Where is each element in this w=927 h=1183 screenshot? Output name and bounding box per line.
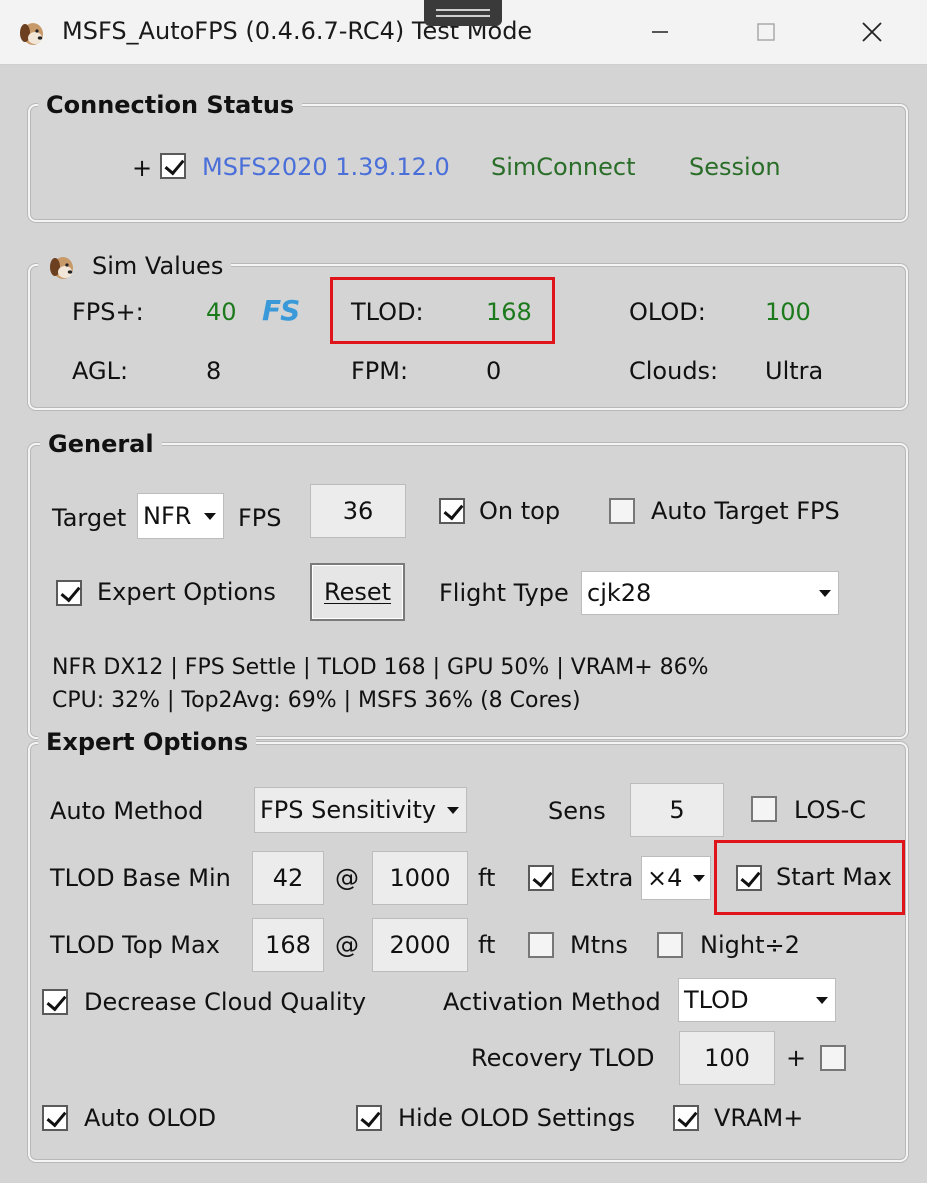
target-fps-input[interactable]: 36 xyxy=(310,484,406,538)
drag-handle[interactable] xyxy=(424,0,502,26)
chevron-down-icon xyxy=(688,857,710,899)
base-ft-label: ft xyxy=(478,864,496,892)
minimize-button[interactable] xyxy=(630,0,690,64)
hide-olod-settings-checkbox[interactable] xyxy=(356,1105,382,1131)
tlod-base-min-input[interactable]: 42 xyxy=(252,851,324,905)
los-c-checkbox[interactable] xyxy=(751,796,777,822)
olod-label: OLOD: xyxy=(629,298,706,326)
start-max-highlight-box xyxy=(714,840,905,915)
mtns-label: Mtns xyxy=(570,931,628,959)
maximize-icon xyxy=(757,23,775,41)
activation-method-select[interactable]: TLOD xyxy=(678,978,836,1022)
tlod-highlight-box xyxy=(330,277,555,344)
chevron-down-icon xyxy=(197,494,223,538)
status-line-1: NFR DX12 | FPS Settle | TLOD 168 | GPU 5… xyxy=(52,655,709,680)
sens-input[interactable]: 5 xyxy=(630,783,724,837)
fps-value: 40 xyxy=(206,298,237,326)
auto-method-value: FPS Sensitivity xyxy=(260,796,437,824)
hide-olod-settings-label: Hide OLOD Settings xyxy=(398,1104,636,1132)
sim-values-legend: Sim Values xyxy=(38,250,232,282)
auto-method-select[interactable]: FPS Sensitivity xyxy=(254,787,467,833)
extra-multiplier-value: ×4 xyxy=(647,864,683,892)
on-top-label: On top xyxy=(479,497,561,525)
activation-method-value: TLOD xyxy=(684,986,749,1014)
clouds-value: Ultra xyxy=(765,357,824,385)
night-checkbox[interactable] xyxy=(657,932,683,958)
decrease-cloud-quality-checkbox[interactable] xyxy=(42,989,68,1015)
target-mode-select[interactable]: NFR xyxy=(137,493,224,539)
flight-type-value: cjk28 xyxy=(587,579,652,607)
extra-checkbox[interactable] xyxy=(528,865,554,891)
app-window: MSFS_AutoFPS (0.4.6.7-RC4) Test Mode Con… xyxy=(0,0,927,1183)
vram-label: VRAM+ xyxy=(714,1104,804,1132)
on-top-checkbox[interactable] xyxy=(439,498,465,524)
recovery-tlod-input[interactable]: 100 xyxy=(679,1031,775,1085)
chevron-down-icon xyxy=(812,572,838,614)
connection-prefix: + xyxy=(132,154,153,182)
connection-status-title: Connection Status xyxy=(38,91,303,119)
auto-target-fps-checkbox[interactable] xyxy=(609,498,635,524)
recovery-plus-label: + xyxy=(786,1044,807,1072)
agl-label: AGL: xyxy=(72,357,129,385)
top-altitude-input[interactable]: 2000 xyxy=(372,918,468,972)
flight-type-label: Flight Type xyxy=(439,579,569,607)
base-altitude-input[interactable]: 1000 xyxy=(372,851,468,905)
fpm-value: 0 xyxy=(486,357,502,385)
expert-options-label: Expert Options xyxy=(97,578,276,606)
general-title: General xyxy=(40,430,162,458)
reset-button[interactable]: Reset xyxy=(310,563,405,621)
mtns-checkbox[interactable] xyxy=(528,932,554,958)
fps-label: FPS xyxy=(238,504,282,532)
fs-badge-icon: FS xyxy=(262,294,300,327)
session-status: Session xyxy=(689,153,781,181)
agl-value: 8 xyxy=(206,357,222,385)
expert-options-checkbox[interactable] xyxy=(56,580,82,606)
target-mode-value: NFR xyxy=(143,502,192,530)
vram-checkbox[interactable] xyxy=(673,1105,699,1131)
recovery-plus-checkbox[interactable] xyxy=(820,1045,846,1071)
extra-multiplier-select[interactable]: ×4 xyxy=(641,856,711,900)
base-at-label: @ xyxy=(335,864,359,892)
target-label: Target xyxy=(52,504,127,532)
tlod-top-max-label: TLOD Top Max xyxy=(50,931,220,959)
tlod-top-max-input[interactable]: 168 xyxy=(252,918,324,972)
olod-value: 100 xyxy=(765,298,811,326)
expert-options-title: Expert Options xyxy=(38,728,257,756)
auto-target-fps-label: Auto Target FPS xyxy=(651,497,840,525)
dog-icon xyxy=(20,23,43,45)
sim-values-title: Sim Values xyxy=(92,252,224,280)
maximize-button[interactable] xyxy=(736,0,796,64)
sim-version-link[interactable]: MSFS2020 1.39.12.0 xyxy=(202,153,450,181)
sim-connection-checkbox[interactable] xyxy=(160,153,186,179)
clouds-label: Clouds: xyxy=(629,357,719,385)
simconnect-status: SimConnect xyxy=(491,153,636,181)
top-at-label: @ xyxy=(335,931,359,959)
flight-type-select[interactable]: cjk28 xyxy=(581,571,839,615)
chevron-down-icon xyxy=(809,979,835,1021)
night-label: Night÷2 xyxy=(700,931,800,959)
close-button[interactable] xyxy=(842,0,902,64)
auto-method-label: Auto Method xyxy=(50,797,204,825)
chevron-down-icon xyxy=(440,788,466,832)
top-ft-label: ft xyxy=(478,931,496,959)
sens-label: Sens xyxy=(548,797,606,825)
activation-method-label: Activation Method xyxy=(443,988,661,1016)
tlod-base-min-label: TLOD Base Min xyxy=(50,864,231,892)
fpm-label: FPM: xyxy=(351,357,409,385)
decrease-cloud-quality-label: Decrease Cloud Quality xyxy=(84,988,367,1016)
los-c-label: LOS-C xyxy=(794,796,867,824)
fps-label: FPS+: xyxy=(72,298,144,326)
status-line-2: CPU: 32% | Top2Avg: 69% | MSFS 36% (8 Co… xyxy=(52,688,581,713)
recovery-tlod-label: Recovery TLOD xyxy=(471,1044,655,1072)
close-icon xyxy=(862,22,882,42)
auto-olod-label: Auto OLOD xyxy=(84,1104,217,1132)
dog-icon xyxy=(50,257,73,279)
extra-label: Extra xyxy=(570,864,634,892)
title-bar[interactable]: MSFS_AutoFPS (0.4.6.7-RC4) Test Mode xyxy=(0,0,927,65)
auto-olod-checkbox[interactable] xyxy=(42,1105,68,1131)
minimize-icon xyxy=(652,31,668,33)
